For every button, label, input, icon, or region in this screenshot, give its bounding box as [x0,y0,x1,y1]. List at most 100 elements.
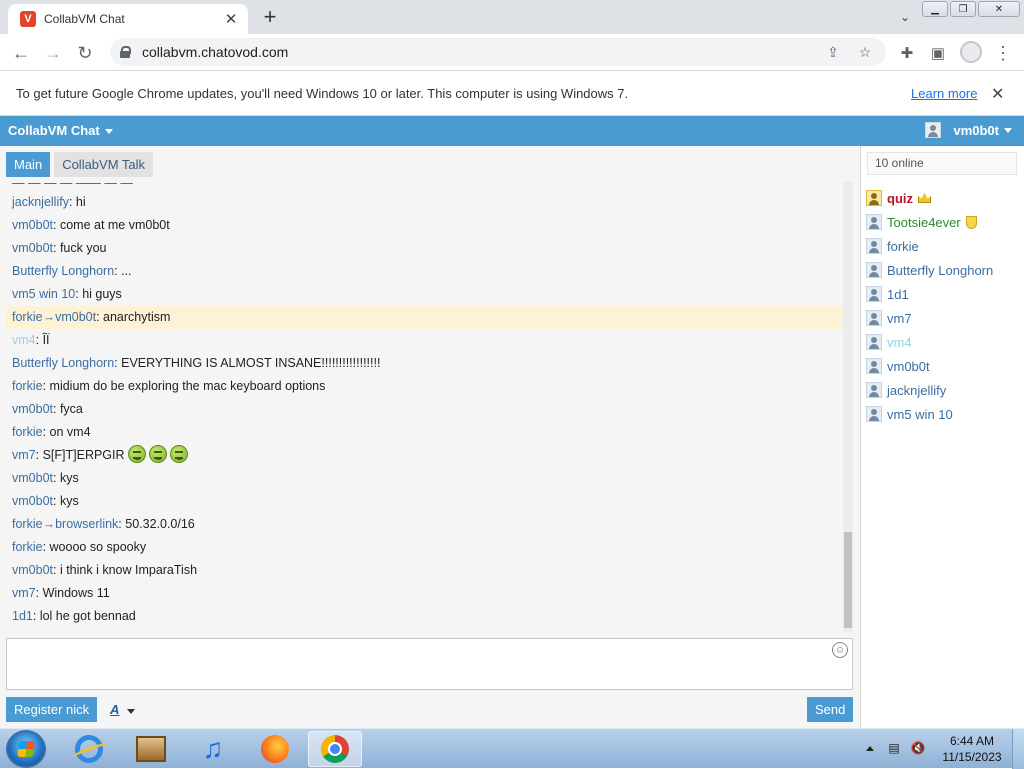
message-cut-off: — — — — —— — — [12,182,133,190]
learn-more-link[interactable]: Learn more [911,86,977,101]
message-nick[interactable]: jacknjellify [12,195,69,209]
chevron-down-icon [104,129,113,135]
share-icon[interactable]: ⇪ [824,43,842,61]
chat-message: Butterfly Longhorn: EVERYTHING IS ALMOST… [6,352,842,375]
update-infobar: To get future Google Chrome updates, you… [0,72,1024,116]
user-avatar-icon [866,262,882,278]
user-list-item[interactable]: Tootsie4ever [866,210,1020,234]
side-panel-icon[interactable]: ▣ [925,40,951,66]
user-list-item[interactable]: vm0b0t [866,354,1020,378]
extensions-puzzle-icon[interactable]: ✚ [894,40,920,66]
message-nick[interactable]: vm0b0t [12,402,53,416]
chevron-down-icon [1004,127,1012,133]
user-list-item[interactable]: forkie [866,234,1020,258]
message-text: hi guys [82,287,122,301]
message-nick[interactable]: forkie [12,540,43,554]
message-colon: : [68,195,76,209]
private-arrow-icon: → [42,517,56,531]
volume-muted-icon[interactable]: 🔇 [910,741,926,755]
user-list-item[interactable]: quiz [866,186,1020,210]
bookmark-star-icon[interactable]: ☆ [856,43,874,61]
message-nick[interactable]: vm0b0t [12,241,53,255]
message-nick[interactable]: vm0b0t [12,218,53,232]
window-close-button[interactable]: ✕ [978,1,1020,17]
message-recipient[interactable]: browserlink [55,517,118,531]
user-list-item[interactable]: vm7 [866,306,1020,330]
send-button[interactable]: Send [807,697,854,722]
message-nick[interactable]: vm4 [12,333,36,347]
tab-main[interactable]: Main [6,152,51,177]
message-colon: : [53,563,60,577]
font-dropdown-icon[interactable] [127,709,135,714]
restore-button[interactable]: ❐ [950,1,976,17]
chat-message: vm5 win 10: hi guys [6,283,842,306]
message-scrollbar[interactable] [843,182,853,632]
message-nick[interactable]: vm0b0t [12,494,53,508]
message-nick[interactable]: 1d1 [12,609,33,623]
forward-arrow-icon[interactable]: → [40,40,66,66]
profile-avatar-icon[interactable] [960,41,982,63]
user-avatar-icon [866,406,882,422]
internet-explorer-icon[interactable] [62,731,116,767]
message-recipient[interactable]: vm0b0t [55,310,96,324]
message-nick[interactable]: vm7 [12,586,36,600]
address-bar[interactable]: collabvm.chatovod.com ⇪ ☆ [110,38,886,66]
message-nick[interactable]: vm0b0t [12,563,53,577]
media-center-icon[interactable] [124,731,178,767]
chat-message: vm0b0t: fuck you [6,237,842,260]
user-list-item[interactable]: vm5 win 10 [866,402,1020,426]
message-nick[interactable]: Butterfly Longhorn [12,264,114,278]
back-arrow-icon[interactable]: ← [8,40,34,66]
message-nick[interactable]: forkie [12,517,43,531]
start-button[interactable] [6,730,46,768]
font-style-button[interactable]: A [110,702,119,717]
user-list-item[interactable]: 1d1 [866,282,1020,306]
message-nick[interactable]: Butterfly Longhorn [12,356,114,370]
message-list[interactable]: — — — — —— — — jacknjellify: hi vm0b0t: c… [6,182,842,632]
message-colon: : [53,471,60,485]
scrollbar-thumb[interactable] [844,532,852,628]
user-list-item[interactable]: Butterfly Longhorn [866,258,1020,282]
user-name: 1d1 [887,286,909,302]
tab-collabvm-talk[interactable]: CollabVM Talk [54,152,154,177]
message-nick[interactable]: vm5 win 10 [12,287,75,301]
message-nick[interactable]: forkie [12,425,43,439]
user-avatar-icon [866,214,882,230]
network-icon[interactable]: ▤ [886,741,902,755]
new-tab-button[interactable]: + [258,4,282,29]
minimize-button[interactable]: ▁ [922,1,948,17]
tab-close-icon[interactable]: ✕ [222,10,240,28]
message-nick[interactable]: vm7 [12,448,36,462]
user-name: forkie [887,238,919,254]
browser-tab[interactable]: V CollabVM Chat ✕ [8,4,248,34]
user-list-item[interactable]: jacknjellify [866,378,1020,402]
menu-kebab-icon[interactable]: ⋮ [990,40,1016,66]
chat-message: 1d1: lol he got bennad [6,605,842,628]
smiley-icon[interactable]: ☺ [832,642,848,658]
register-nick-button[interactable]: Register nick [6,697,98,722]
show-desktop-button[interactable] [1012,729,1024,769]
itunes-icon[interactable]: ♫ [186,731,240,767]
firefox-icon[interactable] [248,731,302,767]
show-hidden-icons-icon[interactable] [866,745,874,751]
clock-date: 11/15/2023 [942,750,1002,764]
infobar-close-icon[interactable]: ✕ [991,84,1004,104]
user-list-item[interactable]: vm4 [866,330,1020,354]
message-colon: : [53,402,60,416]
chat-menu-button[interactable]: CollabVM Chat [8,123,113,138]
user-avatar-icon [925,122,942,138]
tab-search-chevron-icon[interactable]: ⌄ [894,7,916,27]
message-input[interactable]: ☺ [6,638,853,690]
clock[interactable]: 6:44 AM 11/15/2023 [936,733,1008,765]
user-name: vm7 [887,310,912,326]
chrome-icon[interactable] [308,731,362,767]
message-nick[interactable]: forkie [12,310,43,324]
user-menu-button[interactable]: vm0b0t [925,122,1012,138]
message-nick[interactable]: forkie [12,379,43,393]
message-text: i think i know ImparaTish [59,563,198,577]
message-nick[interactable]: vm0b0t [12,471,53,485]
message-text: fyca [59,402,83,416]
user-list: quiz Tootsie4ever forkie Butterfly Longhorn… [866,186,1020,426]
reload-icon[interactable]: ↻ [72,40,98,66]
nauseated-emoji-icon [127,445,146,463]
